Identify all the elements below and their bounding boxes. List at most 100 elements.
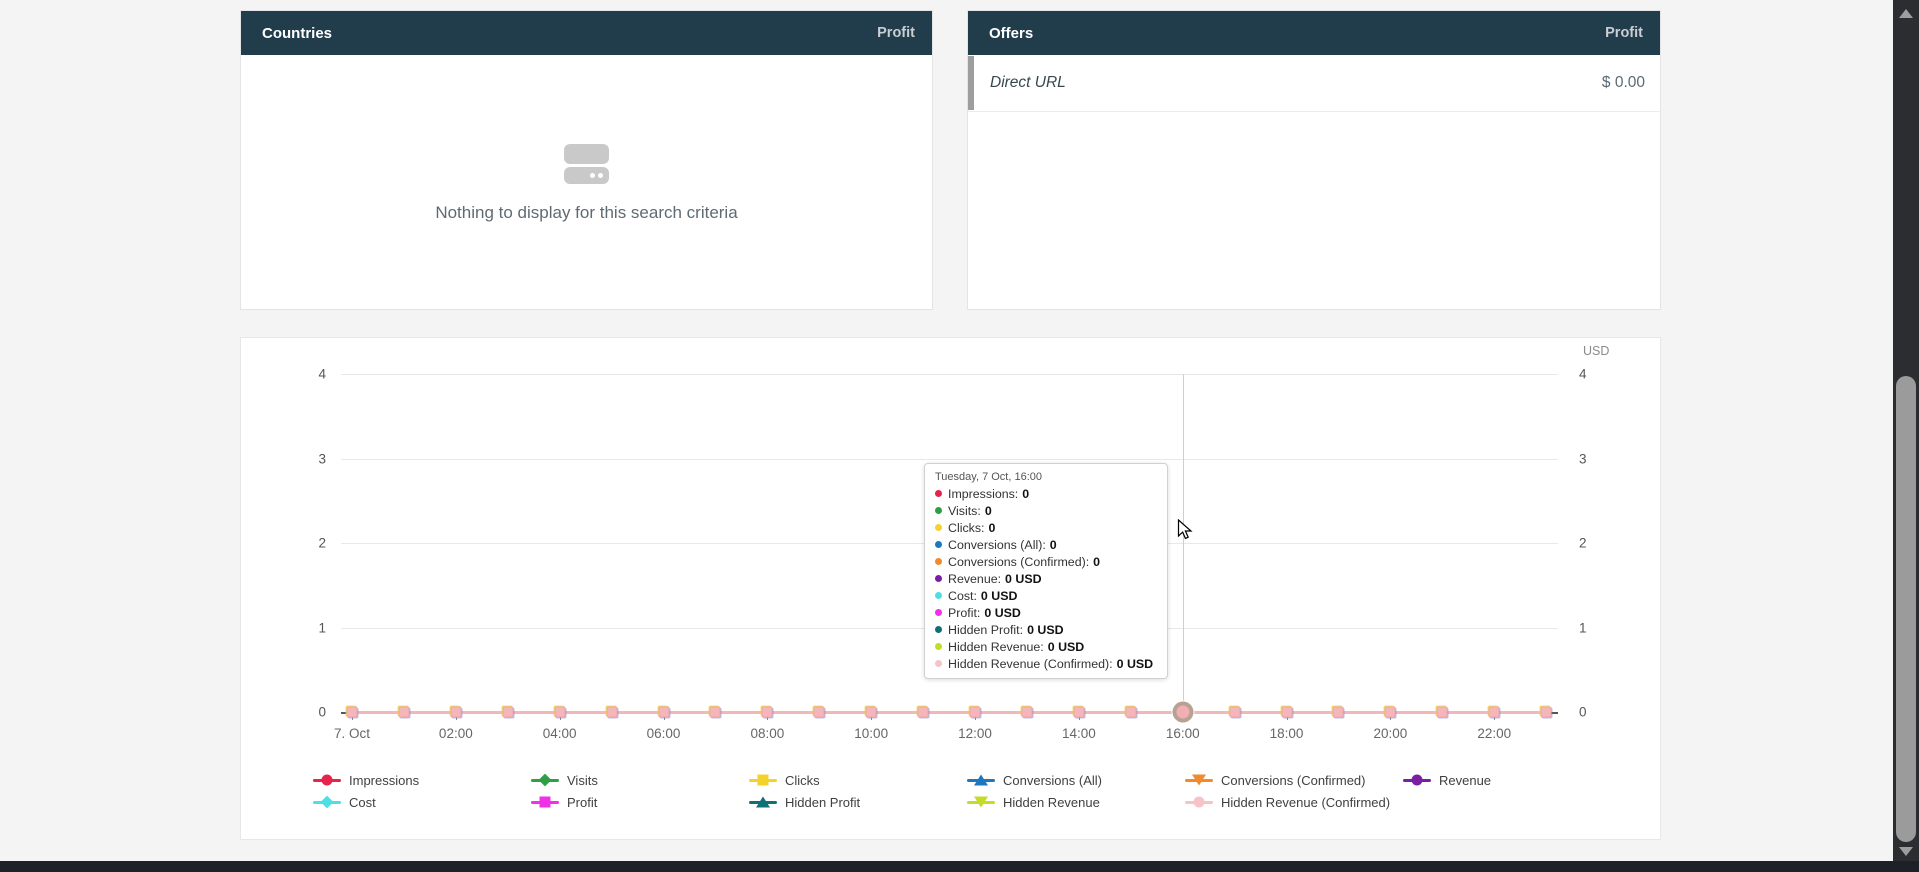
- legend-item[interactable]: Profit: [531, 791, 749, 813]
- tooltip-metric-label: Conversions (All):: [948, 538, 1046, 552]
- tooltip-row: Conversions (All): 0: [935, 536, 1157, 553]
- countries-panel-title: Countries: [262, 25, 332, 42]
- legend-item[interactable]: Visits: [531, 769, 749, 791]
- offer-row[interactable]: Direct URL $ 0.00: [968, 55, 1660, 112]
- data-point-marker[interactable]: [970, 707, 981, 718]
- legend-label: Impressions: [349, 773, 419, 788]
- tooltip-row: Hidden Profit: 0 USD: [935, 621, 1157, 638]
- legend-item[interactable]: Hidden Revenue (Confirmed): [1185, 791, 1403, 813]
- legend-label: Hidden Profit: [785, 795, 860, 810]
- legend-item[interactable]: Hidden Profit: [749, 791, 967, 813]
- countries-panel: Countries Profit Nothing to display for …: [240, 10, 933, 310]
- data-point-marker[interactable]: [658, 707, 669, 718]
- x-axis-tick-label: 04:00: [543, 726, 577, 741]
- data-point-marker[interactable]: [347, 707, 358, 718]
- legend-label: Clicks: [785, 773, 820, 788]
- tooltip-metric-value: 0: [1022, 487, 1029, 501]
- y-gridline: [341, 459, 1558, 460]
- vertical-scrollbar[interactable]: [1893, 0, 1919, 872]
- legend-label: Visits: [567, 773, 598, 788]
- x-axis-tick-label: 22:00: [1477, 726, 1511, 741]
- legend-item[interactable]: Cost: [313, 791, 531, 813]
- tooltip-metric-value: 0: [988, 521, 995, 535]
- x-axis-tick-label: 06:00: [647, 726, 681, 741]
- series-bullet-icon: [935, 490, 942, 497]
- empty-card-icon: [564, 144, 609, 191]
- scroll-down-arrow-icon[interactable]: [1899, 847, 1913, 856]
- offers-metric-header[interactable]: Profit: [1605, 25, 1643, 41]
- data-point-marker[interactable]: [1021, 707, 1032, 718]
- data-point-marker[interactable]: [450, 707, 461, 718]
- chart-panel: USD 44332211007. Oct02:0004:0006:0008:00…: [240, 337, 1661, 840]
- data-point-marker[interactable]: [554, 707, 565, 718]
- legend-marker-icon: [531, 796, 559, 809]
- scrollbar-thumb[interactable]: [1896, 376, 1916, 842]
- y-axis-tick-label-right: 4: [1579, 367, 1587, 382]
- legend-item[interactable]: Hidden Revenue: [967, 791, 1185, 813]
- countries-metric-header[interactable]: Profit: [877, 25, 915, 41]
- tooltip-row: Clicks: 0: [935, 519, 1157, 536]
- x-axis-tick-label: 12:00: [958, 726, 992, 741]
- data-point-marker[interactable]: [1229, 707, 1240, 718]
- scroll-up-arrow-icon[interactable]: [1899, 9, 1913, 18]
- legend-marker-icon: [967, 774, 995, 787]
- data-point-marker[interactable]: [502, 707, 513, 718]
- data-point-marker[interactable]: [1073, 707, 1084, 718]
- legend-marker-icon: [313, 796, 341, 809]
- data-point-marker[interactable]: [814, 707, 825, 718]
- y-axis-tick-label: 2: [286, 536, 326, 551]
- tooltip-metric-label: Clicks:: [948, 521, 984, 535]
- data-point-marker[interactable]: [918, 707, 929, 718]
- tooltip-row: Hidden Revenue: 0 USD: [935, 638, 1157, 655]
- tooltip-metric-label: Impressions:: [948, 487, 1018, 501]
- data-point-marker[interactable]: [1281, 707, 1292, 718]
- legend-marker-icon: [749, 796, 777, 809]
- data-point-marker[interactable]: [606, 707, 617, 718]
- tooltip-metric-label: Revenue:: [948, 572, 1001, 586]
- legend-item[interactable]: Conversions (All): [967, 769, 1185, 791]
- tooltip-row: Revenue: 0 USD: [935, 570, 1157, 587]
- series-bullet-icon: [935, 592, 942, 599]
- legend-label: Revenue: [1439, 773, 1491, 788]
- y-axis-tick-label: 4: [286, 367, 326, 382]
- y-axis-tick-label-right: 2: [1579, 536, 1587, 551]
- tooltip-row: Hidden Revenue (Confirmed): 0 USD: [935, 655, 1157, 672]
- x-axis-tick-label: 16:00: [1166, 726, 1200, 741]
- legend-item[interactable]: Revenue: [1403, 769, 1621, 791]
- data-point-marker[interactable]: [1125, 707, 1136, 718]
- tooltip-row: Visits: 0: [935, 502, 1157, 519]
- y-axis-tick-label-right: 0: [1579, 705, 1587, 720]
- tooltip-metric-label: Hidden Revenue:: [948, 640, 1044, 654]
- hovered-data-point[interactable]: [1172, 702, 1193, 723]
- legend-item[interactable]: Impressions: [313, 769, 531, 791]
- legend-marker-icon: [1403, 774, 1431, 787]
- y-gridline: [341, 543, 1558, 544]
- legend-marker-icon: [967, 796, 995, 809]
- series-bullet-icon: [935, 609, 942, 616]
- data-point-marker[interactable]: [1333, 707, 1344, 718]
- countries-panel-header: Countries Profit: [241, 11, 932, 55]
- x-axis-tick-label: 10:00: [854, 726, 888, 741]
- legend-item[interactable]: Conversions (Confirmed): [1185, 769, 1403, 791]
- data-point-marker[interactable]: [1385, 707, 1396, 718]
- series-zero-line: [352, 711, 1546, 714]
- data-point-marker[interactable]: [762, 707, 773, 718]
- data-point-marker[interactable]: [866, 707, 877, 718]
- tooltip-row: Impressions: 0: [935, 485, 1157, 502]
- tooltip-metric-value: 0 USD: [984, 606, 1021, 620]
- tooltip-row: Cost: 0 USD: [935, 587, 1157, 604]
- currency-axis-label: USD: [1583, 344, 1609, 358]
- data-point-marker[interactable]: [1489, 707, 1500, 718]
- legend-item[interactable]: Clicks: [749, 769, 967, 791]
- legend-label: Hidden Revenue (Confirmed): [1221, 795, 1390, 810]
- data-point-marker[interactable]: [710, 707, 721, 718]
- legend-label: Profit: [567, 795, 597, 810]
- offers-panel-title: Offers: [989, 25, 1033, 42]
- tooltip-metric-label: Profit:: [948, 606, 980, 620]
- legend-marker-icon: [531, 774, 559, 787]
- data-point-marker[interactable]: [1541, 707, 1552, 718]
- legend-label: Conversions (Confirmed): [1221, 773, 1366, 788]
- data-point-marker[interactable]: [398, 707, 409, 718]
- tooltip-metric-value: 0 USD: [1027, 623, 1064, 637]
- data-point-marker[interactable]: [1437, 707, 1448, 718]
